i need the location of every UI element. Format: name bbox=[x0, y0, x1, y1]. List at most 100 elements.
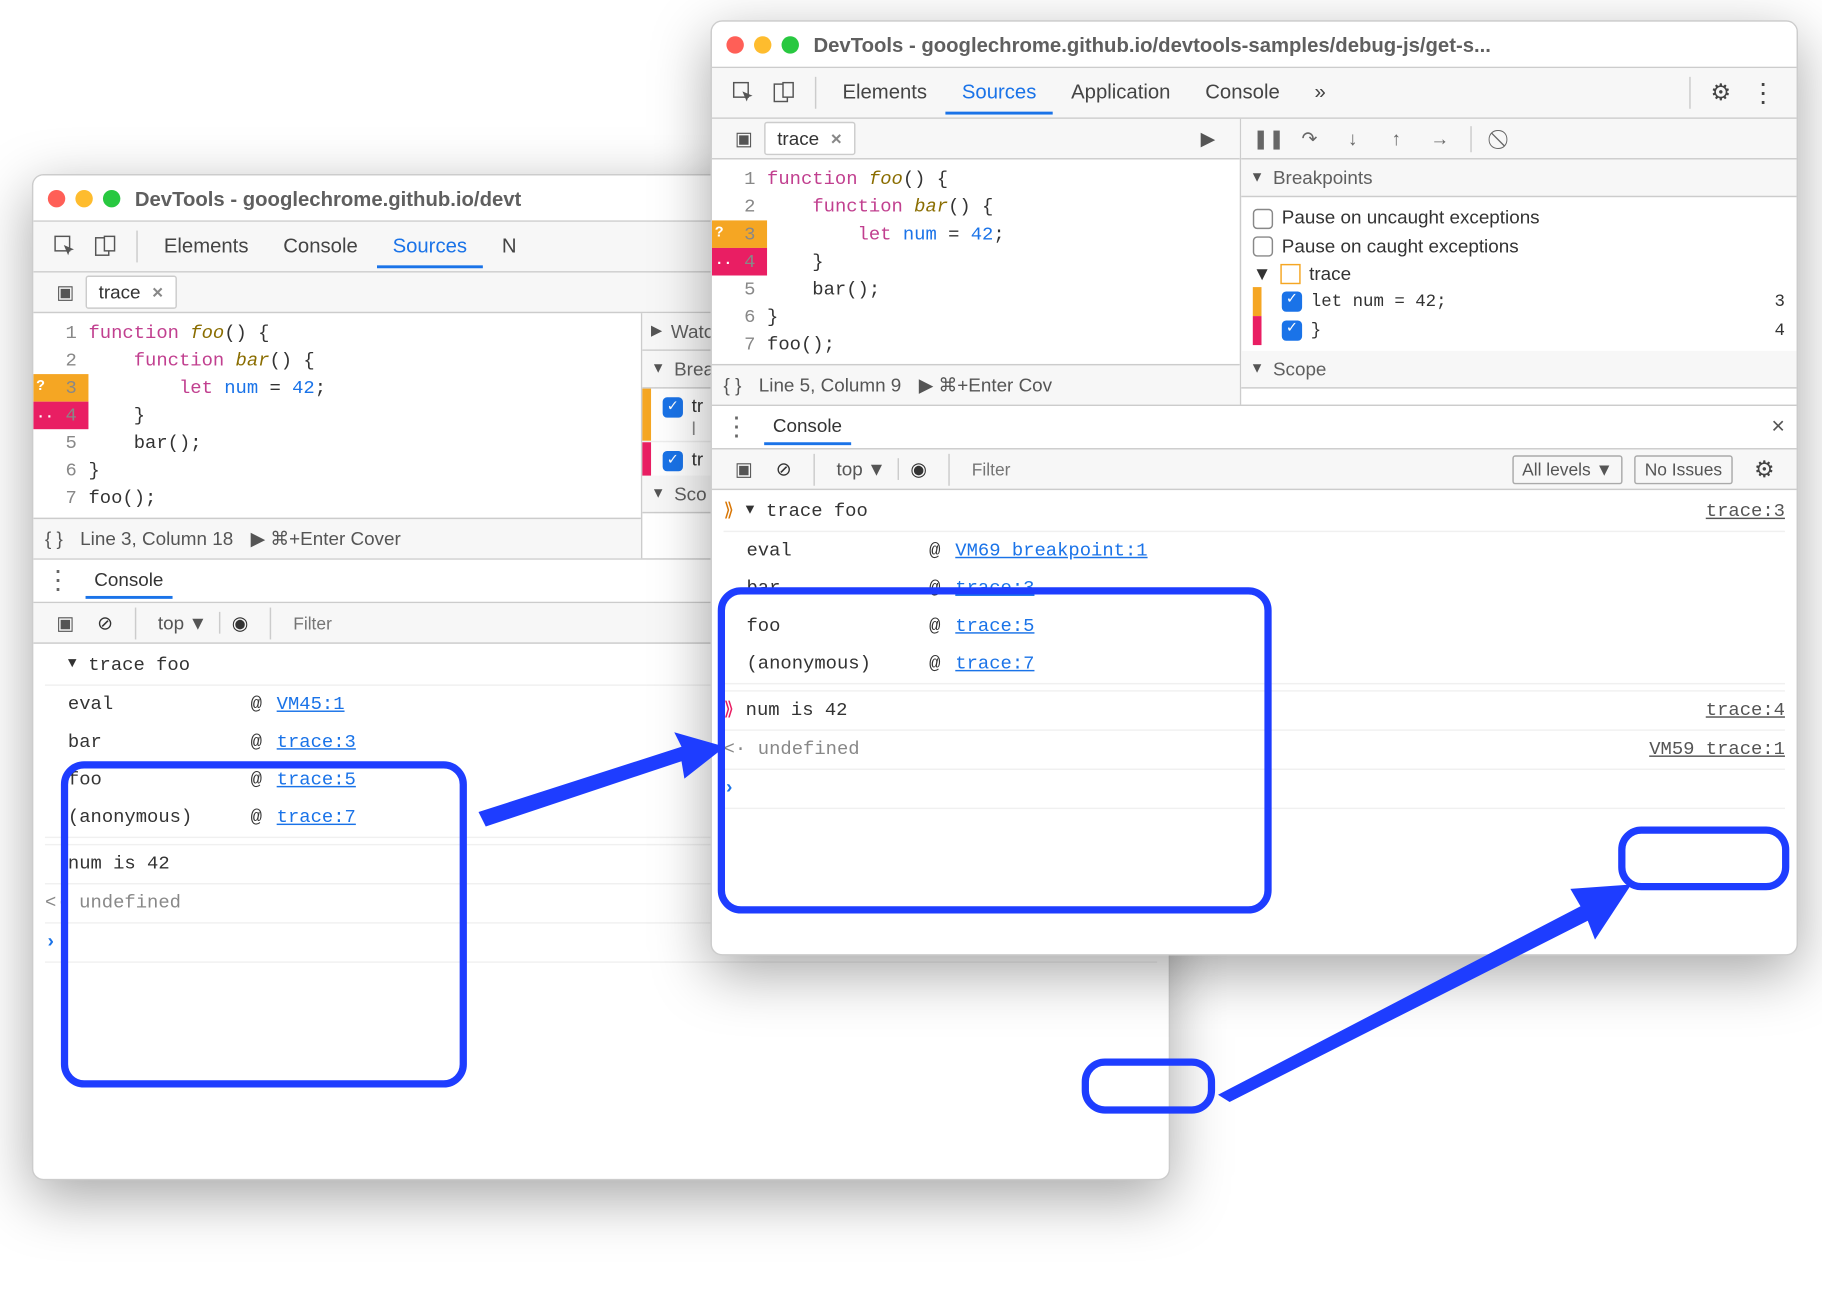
context-selector[interactable]: top▼ bbox=[158, 612, 220, 634]
inspect-icon[interactable] bbox=[724, 75, 765, 110]
console-prompt-icon[interactable]: › bbox=[45, 927, 56, 959]
pretty-print-icon[interactable]: { } bbox=[45, 528, 63, 550]
stack-frame-fn: bar bbox=[68, 726, 242, 758]
inspect-icon[interactable] bbox=[45, 229, 86, 264]
devtools-window-right: DevTools - googlechrome.github.io/devtoo… bbox=[711, 20, 1799, 955]
close-icon[interactable] bbox=[48, 189, 65, 206]
code-line[interactable]: ?3 let num = 42; bbox=[712, 220, 1240, 248]
bp-item[interactable]: tr bbox=[692, 394, 704, 416]
breakpoint-checkbox[interactable]: ✓ bbox=[1282, 291, 1302, 311]
bp-file-row[interactable]: ▼trace bbox=[1253, 260, 1785, 288]
zoom-icon[interactable] bbox=[103, 189, 120, 206]
source-link[interactable]: trace:5 bbox=[277, 764, 356, 796]
code-line[interactable]: 5 bar(); bbox=[712, 276, 1240, 304]
tab-more[interactable]: N bbox=[486, 225, 533, 269]
minimize-icon[interactable] bbox=[75, 189, 92, 206]
code-line[interactable]: 1function foo() { bbox=[33, 319, 641, 347]
context-selector[interactable]: top▼ bbox=[837, 458, 899, 480]
step-into-icon[interactable]: ↓ bbox=[1340, 128, 1366, 150]
step-out-icon[interactable]: ↑ bbox=[1383, 128, 1409, 150]
source-link[interactable]: VM45:1 bbox=[277, 689, 356, 721]
source-link[interactable]: trace:7 bbox=[277, 802, 356, 834]
pause-icon[interactable]: ❚❚ bbox=[1253, 127, 1279, 150]
close-drawer-icon[interactable]: × bbox=[1771, 414, 1785, 440]
uncaught-checkbox[interactable] bbox=[1253, 208, 1273, 228]
live-expression-icon[interactable]: ▣ bbox=[724, 457, 765, 480]
titlebar[interactable]: DevTools - googlechrome.github.io/devtoo… bbox=[712, 22, 1797, 68]
code-line[interactable]: 7foo(); bbox=[712, 331, 1240, 359]
code-line[interactable]: 2 function bar() { bbox=[33, 347, 641, 375]
live-expression-icon[interactable]: ▣ bbox=[45, 611, 86, 634]
kebab-icon[interactable]: ⋮ bbox=[724, 412, 750, 442]
source-link[interactable]: trace:7 bbox=[955, 648, 1147, 680]
source-link[interactable]: VM69 breakpoint:1 bbox=[955, 535, 1147, 567]
source-link[interactable]: trace:5 bbox=[955, 610, 1147, 642]
step-over-icon[interactable]: ↷ bbox=[1296, 127, 1322, 150]
breakpoint-checkbox[interactable]: ✓ bbox=[1282, 320, 1302, 340]
run-snippet-icon[interactable]: ▶ bbox=[1188, 121, 1229, 156]
close-tab-icon[interactable]: × bbox=[831, 128, 842, 150]
tab-overflow[interactable]: » bbox=[1299, 71, 1342, 115]
tab-elements[interactable]: Elements bbox=[148, 225, 265, 269]
levels-selector[interactable]: All levels ▼ bbox=[1512, 455, 1623, 484]
drawer-tab-console[interactable]: Console bbox=[86, 563, 173, 599]
code-editor[interactable]: 1function foo() {2 function bar() {?3 le… bbox=[712, 160, 1240, 364]
tab-sources[interactable]: Sources bbox=[946, 71, 1052, 115]
clear-console-icon[interactable]: ⊘ bbox=[97, 611, 113, 634]
breakpoint-checkbox[interactable]: ✓ bbox=[663, 397, 683, 417]
source-link[interactable]: VM59 trace:1 bbox=[1649, 734, 1785, 766]
tab-console[interactable]: Console bbox=[267, 225, 373, 269]
eye-icon[interactable]: ◉ bbox=[232, 611, 248, 634]
eye-icon[interactable]: ◉ bbox=[910, 457, 926, 480]
close-tab-icon[interactable]: × bbox=[152, 281, 163, 303]
issues-button[interactable]: No Issues bbox=[1635, 455, 1733, 484]
console-settings-icon[interactable]: ⚙ bbox=[1744, 455, 1785, 484]
code-line[interactable]: ..4 } bbox=[712, 248, 1240, 276]
tab-elements[interactable]: Elements bbox=[827, 71, 944, 115]
code-editor[interactable]: 1function foo() {2 function bar() {?3 le… bbox=[33, 313, 641, 517]
device-icon[interactable] bbox=[764, 75, 805, 110]
breakpoint-checkbox[interactable]: ✓ bbox=[663, 450, 683, 470]
breakpoints-pane-header[interactable]: ▼Breakpoints bbox=[1241, 160, 1796, 198]
navigator-toggle-icon[interactable]: ▣ bbox=[45, 281, 86, 304]
tab-console[interactable]: Console bbox=[1189, 71, 1295, 115]
source-link[interactable]: trace:4 bbox=[1706, 695, 1785, 727]
debug-toolbar: ❚❚ ↷ ↓ ↑ → ⃠ bbox=[1241, 119, 1796, 160]
source-link[interactable]: trace:3 bbox=[277, 726, 356, 758]
file-tab-trace[interactable]: trace × bbox=[86, 276, 177, 309]
tab-application[interactable]: Application bbox=[1055, 71, 1186, 115]
scope-pane-header[interactable]: ▼Scope bbox=[1241, 351, 1796, 389]
navigator-toggle-icon[interactable]: ▣ bbox=[724, 127, 765, 150]
code-line[interactable]: 1function foo() { bbox=[712, 165, 1240, 193]
bp-code[interactable]: let num = 42; bbox=[1311, 292, 1447, 312]
kebab-icon[interactable]: ⋮ bbox=[1741, 78, 1785, 108]
code-line[interactable]: 5 bar(); bbox=[33, 429, 641, 457]
device-icon[interactable] bbox=[86, 229, 127, 264]
source-link[interactable]: trace:3 bbox=[1706, 496, 1785, 528]
console-prompt-icon[interactable]: › bbox=[724, 773, 735, 805]
code-line[interactable]: 6} bbox=[33, 457, 641, 485]
code-line[interactable]: 7foo(); bbox=[33, 484, 641, 512]
source-link[interactable]: trace:3 bbox=[955, 573, 1147, 605]
tab-sources[interactable]: Sources bbox=[377, 225, 483, 269]
deactivate-breakpoints-icon[interactable]: ⃠ bbox=[1489, 127, 1515, 150]
clear-console-icon[interactable]: ⊘ bbox=[776, 457, 792, 480]
pretty-print-icon[interactable]: { } bbox=[724, 374, 742, 396]
step-icon[interactable]: → bbox=[1427, 128, 1453, 150]
bp-item[interactable]: tr bbox=[692, 448, 704, 470]
code-line[interactable]: 2 function bar() { bbox=[712, 193, 1240, 221]
caught-checkbox[interactable] bbox=[1253, 237, 1273, 257]
file-tab-trace[interactable]: trace × bbox=[764, 122, 855, 155]
code-line[interactable]: ..4 } bbox=[33, 402, 641, 430]
bp-code[interactable]: } bbox=[1311, 321, 1321, 341]
close-icon[interactable] bbox=[726, 36, 743, 53]
drawer-tab-console[interactable]: Console bbox=[764, 409, 851, 445]
code-line[interactable]: 6} bbox=[712, 303, 1240, 331]
minimize-icon[interactable] bbox=[754, 36, 771, 53]
filter-input[interactable] bbox=[972, 459, 1501, 479]
zoom-icon[interactable] bbox=[782, 36, 799, 53]
settings-icon[interactable]: ⚙ bbox=[1700, 78, 1741, 107]
code-line[interactable]: ?3 let num = 42; bbox=[33, 374, 641, 402]
bp-linenum: 4 bbox=[1775, 316, 1785, 345]
kebab-icon[interactable]: ⋮ bbox=[45, 566, 71, 596]
